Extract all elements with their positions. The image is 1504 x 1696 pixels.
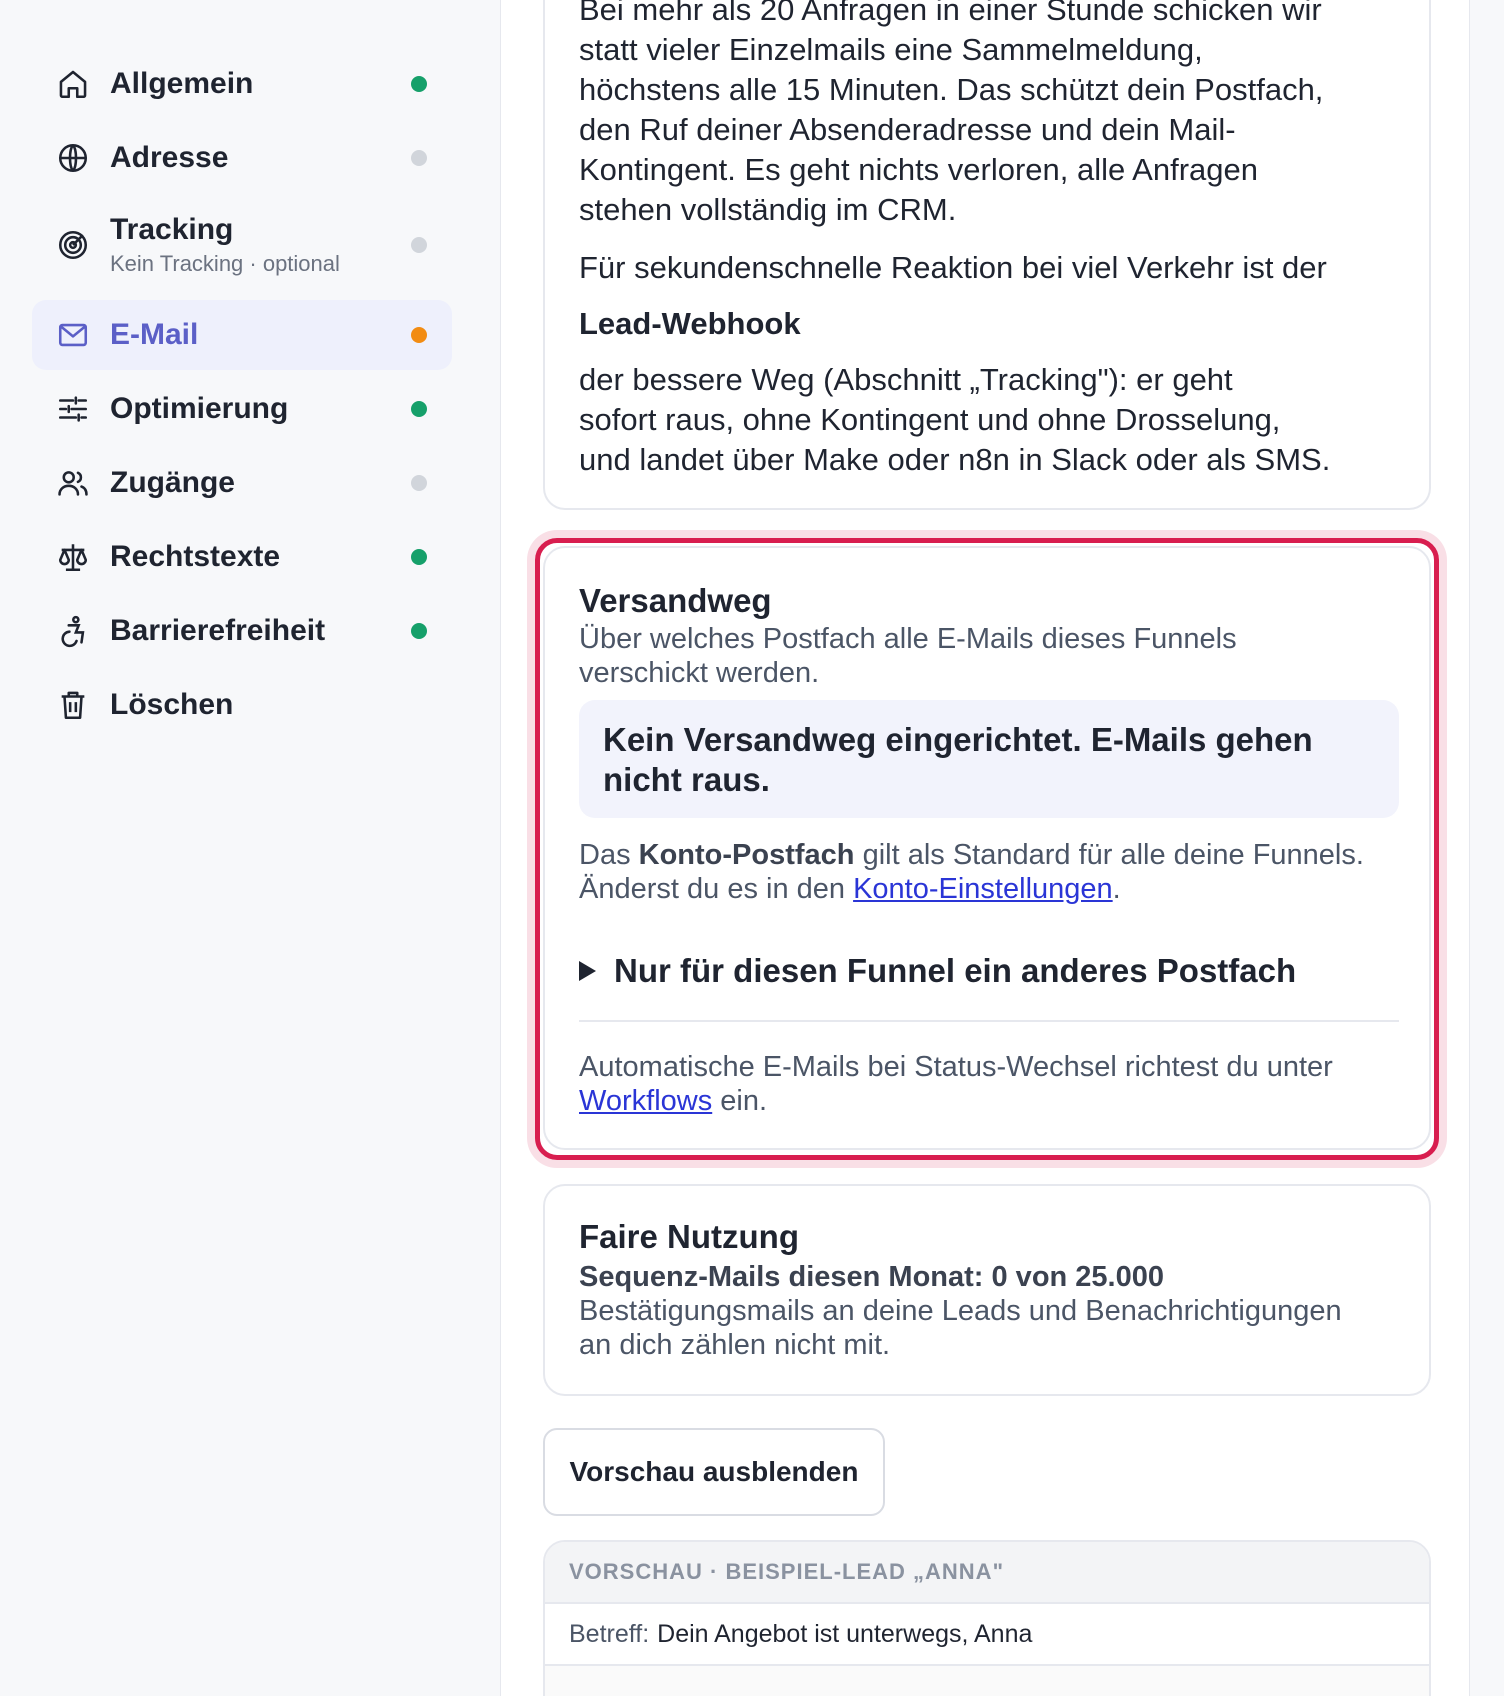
text-line: sofort raus, ohne Kontingent und ohne Dr…: [579, 402, 1281, 437]
text-line: den Ruf deiner Absenderadresse und dein …: [579, 112, 1236, 147]
status-dot: [411, 76, 427, 92]
trash-icon: [56, 688, 90, 722]
settings-sidebar: Allgemein Adresse Tracking Kein Tracking…: [0, 0, 500, 1696]
text-line: höchstens alle 15 Minuten. Das schützt d…: [579, 72, 1324, 107]
hide-preview-button[interactable]: Vorschau ausblenden: [543, 1428, 885, 1516]
sidebar-item-adresse[interactable]: Adresse: [32, 123, 452, 193]
home-icon: [56, 67, 90, 101]
text-fragment-bold: Konto-Postfach: [638, 839, 855, 871]
text-line: an dich zählen nicht mit.: [579, 1329, 891, 1361]
versandweg-card: Versandweg Über welches Postfach alle E-…: [543, 546, 1431, 1150]
toggle-label: Nur für diesen Funnel ein anderes Postfa…: [614, 952, 1297, 989]
preview-body: [545, 1666, 1429, 1696]
text-line: Bei mehr als 20 Anfragen in einer Stunde…: [579, 0, 1322, 27]
text-line: Automatische E-Mails bei Status-Wechsel …: [579, 1051, 1333, 1083]
webhook-text: der bessere Weg (Abschnitt „Tracking"): …: [579, 360, 1409, 480]
text-line: stehen vollständig im CRM.: [579, 192, 957, 227]
status-dot: [411, 623, 427, 639]
workflows-hint: Automatische E-Mails bei Status-Wechsel …: [579, 1050, 1409, 1118]
card-title: Versandweg: [579, 582, 772, 619]
sidebar-item-email[interactable]: E-Mail: [32, 300, 452, 370]
sidebar-item-label: E-Mail: [110, 318, 199, 351]
usage-count: Sequenz-Mails diesen Monat: 0 von 25.000: [579, 1261, 1164, 1293]
preview-header: VORSCHAU · BEISPIEL-LEAD „ANNA": [545, 1542, 1429, 1604]
main-content: Bei mehr als 20 Anfragen in einer Stunde…: [500, 0, 1470, 1696]
webhook-title: Lead-Webhook: [579, 306, 801, 341]
text-line: und landet über Make oder n8n in Slack o…: [579, 442, 1331, 477]
rate-limit-card: Bei mehr als 20 Anfragen in einer Stunde…: [543, 0, 1431, 510]
text-fragment: ein.: [712, 1085, 768, 1117]
rate-limit-text: Bei mehr als 20 Anfragen in einer Stunde…: [579, 0, 1409, 230]
divider: [579, 1020, 1399, 1022]
status-dot: [411, 237, 427, 253]
sidebar-item-loeschen[interactable]: Löschen: [32, 670, 452, 740]
text-fragment: gilt als Standard für alle deine Funnels…: [854, 839, 1364, 871]
preview-subject-row: Betreff: Dein Angebot ist unterwegs, Ann…: [545, 1604, 1429, 1666]
text-line: der bessere Weg (Abschnitt „Tracking"): …: [579, 362, 1233, 397]
card-title: Faire Nutzung: [579, 1218, 799, 1255]
status-dot: [411, 150, 427, 166]
sidebar-item-label: Rechtstexte: [110, 540, 281, 573]
disclosure-triangle-icon: [579, 961, 596, 981]
workflows-link[interactable]: Workflows: [579, 1085, 712, 1117]
scale-icon: [56, 540, 90, 574]
text-line: Bestätigungsmails an deine Leads und Ben…: [579, 1295, 1342, 1327]
sidebar-item-tracking[interactable]: Tracking Kein Tracking · optional: [32, 210, 452, 280]
text-line: Über welches Postfach alle E-Mails diese…: [579, 623, 1237, 655]
account-settings-link[interactable]: Konto-Einstellungen: [853, 873, 1113, 905]
text-fragment: .: [1112, 873, 1121, 905]
text-fragment: Änderst du es in den: [579, 873, 854, 905]
webhook-intro: Für sekundenschnelle Reaktion bei viel V…: [579, 250, 1327, 285]
accessibility-icon: [56, 614, 90, 648]
users-icon: [56, 466, 90, 500]
sidebar-item-optimierung[interactable]: Optimierung: [32, 374, 452, 444]
mail-icon: [56, 318, 90, 352]
text-line: Workflows ein.: [579, 1084, 1409, 1118]
text-line: Das Konto-Postfach gilt als Standard für…: [579, 838, 1409, 872]
sidebar-item-rechtstexte[interactable]: Rechtstexte: [32, 522, 452, 592]
sidebar-item-label: Adresse: [110, 141, 229, 174]
default-mailbox-info: Das Konto-Postfach gilt als Standard für…: [579, 838, 1409, 906]
card-subtitle: Über welches Postfach alle E-Mails diese…: [579, 622, 1409, 690]
sidebar-item-label: Optimierung: [110, 392, 289, 425]
fair-use-note: Bestätigungsmails an deine Leads und Ben…: [579, 1294, 1409, 1362]
status-dot: [411, 475, 427, 491]
status-dot: [411, 327, 427, 343]
sidebar-item-label: Barrierefreiheit: [110, 614, 326, 647]
text-line: verschickt werden.: [579, 657, 820, 689]
sidebar-item-barrierefreiheit[interactable]: Barrierefreiheit: [32, 596, 452, 666]
sidebar-item-allgemein[interactable]: Allgemein: [32, 49, 452, 119]
email-preview: VORSCHAU · BEISPIEL-LEAD „ANNA" Betreff:…: [543, 1540, 1431, 1696]
subject-value: Dein Angebot ist unterwegs, Anna: [657, 1619, 1033, 1648]
status-dot: [411, 549, 427, 565]
warning-notice: Kein Versandweg eingerichtet. E-Mails ge…: [579, 700, 1399, 818]
sidebar-item-label: Zugänge: [110, 466, 235, 499]
status-dot: [411, 401, 427, 417]
text-line: Kein Versandweg eingerichtet. E-Mails ge…: [603, 721, 1313, 758]
globe-icon: [56, 141, 90, 175]
text-line: nicht raus.: [603, 761, 770, 798]
sidebar-item-label: Tracking: [110, 213, 234, 246]
sidebar-item-label: Allgemein: [110, 67, 254, 100]
sidebar-item-zugaenge[interactable]: Zugänge: [32, 448, 452, 518]
text-line: statt vieler Einzelmails eine Sammelmeld…: [579, 32, 1203, 67]
text-line: Änderst du es in den Konto-Einstellungen…: [579, 872, 1409, 906]
fair-use-card: Faire Nutzung Sequenz-Mails diesen Monat…: [543, 1184, 1431, 1396]
text-fragment: Das: [579, 839, 639, 871]
radar-icon: [56, 228, 90, 262]
text-line: Kontingent. Es geht nichts verloren, all…: [579, 152, 1258, 187]
subject-label: Betreff:: [569, 1619, 650, 1648]
custom-mailbox-toggle[interactable]: Nur für diesen Funnel ein anderes Postfa…: [579, 952, 1296, 990]
sidebar-item-sublabel: Kein Tracking · optional: [110, 251, 340, 276]
sliders-icon: [56, 392, 90, 426]
sidebar-item-label: Löschen: [110, 688, 234, 721]
